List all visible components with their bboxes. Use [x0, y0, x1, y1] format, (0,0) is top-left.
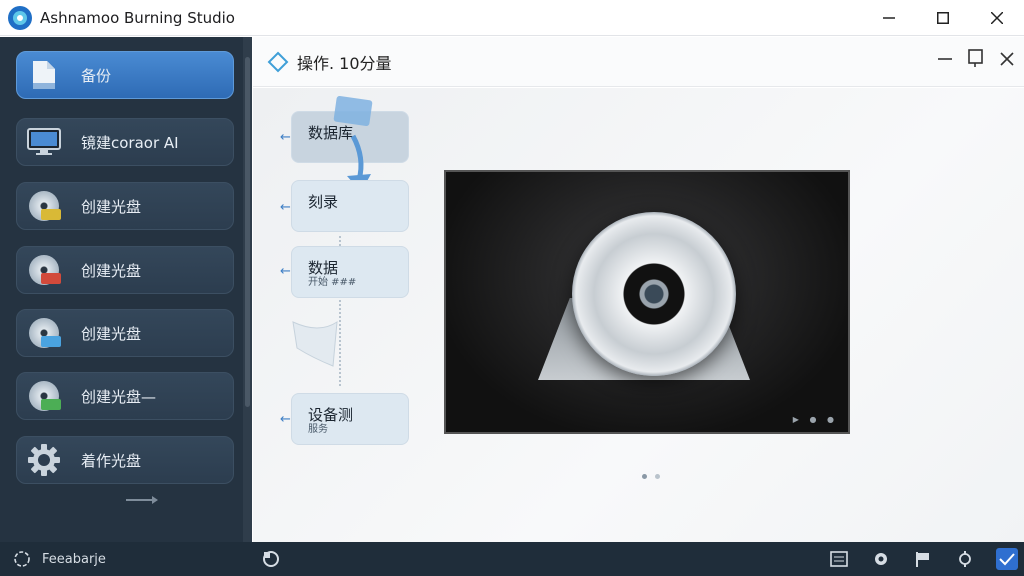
sidebar-item-create-disc-2[interactable]: 创建光盘: [16, 246, 234, 294]
step-device-test[interactable]: 设备测 服务: [291, 393, 409, 445]
step-label: 数据: [308, 259, 339, 277]
check-icon: [999, 553, 1015, 566]
panel-controls: [938, 49, 1014, 72]
feedback-label: Feeabarje: [42, 551, 106, 567]
app-logo-icon: [8, 5, 32, 30]
list-icon: [830, 551, 848, 567]
disc-icon: [29, 191, 61, 221]
sidebar-item-label: 创建光盘—: [81, 387, 157, 406]
minimize-icon: [883, 17, 895, 19]
funnel-icon: [292, 321, 338, 367]
sidebar-item-create-disc-1[interactable]: 创建光盘: [16, 182, 234, 230]
sidebar-item-mirror[interactable]: 镜建coraor AI: [16, 118, 234, 166]
step-burn[interactable]: 刻录: [291, 180, 409, 232]
panel-close-button[interactable]: [1000, 50, 1014, 71]
disc-icon: [29, 318, 61, 348]
pager-dot[interactable]: [655, 474, 660, 479]
sidebar-item-create-disc-3[interactable]: 创建光盘: [16, 309, 234, 357]
settings-button[interactable]: [870, 548, 892, 570]
sidebar-item-label: 镜建coraor AI: [81, 133, 179, 152]
sync-button[interactable]: [954, 548, 976, 570]
sidebar-scrollbar-thumb[interactable]: [245, 57, 250, 407]
sidebar-item-create-disc-4[interactable]: 创建光盘—: [16, 372, 234, 420]
document-icon: [19, 53, 69, 97]
close-button[interactable]: [970, 0, 1024, 36]
log-button[interactable]: [828, 548, 850, 570]
preview-panel: ▶ ● ●: [444, 170, 850, 434]
flag-icon: [916, 552, 929, 567]
flag-button[interactable]: [912, 548, 934, 570]
sync-icon: [959, 551, 971, 567]
gear-icon: [875, 553, 887, 565]
disc-icon: [29, 255, 61, 285]
window-controls: [862, 0, 1024, 36]
arrow-right-icon: [126, 496, 158, 504]
minimize-icon: [938, 58, 952, 60]
step-label: 刻录: [308, 193, 339, 211]
monitor-icon: [19, 120, 69, 164]
panel-header: 操作. 10分量: [253, 37, 1024, 87]
step-label: 设备测: [308, 406, 354, 424]
pager: [642, 474, 660, 479]
pager-dot[interactable]: [642, 474, 647, 479]
step-data[interactable]: 数据 开始 ###: [291, 246, 409, 298]
feedback-button[interactable]: Feeabarje: [12, 549, 106, 569]
close-icon: [1000, 52, 1014, 66]
gear-icon: [19, 438, 69, 482]
app-title: Ashnamoo Burning Studio: [40, 8, 235, 27]
status-bar: Feeabarje: [0, 542, 1024, 576]
feedback-icon: [14, 551, 30, 567]
maximize-icon: [937, 12, 949, 24]
sidebar-item-label: 备份: [81, 66, 112, 85]
restore-icon: [968, 49, 983, 67]
diamond-icon: [267, 51, 289, 72]
minimize-button[interactable]: [862, 0, 916, 36]
close-icon: [991, 12, 1003, 24]
disc-icon: [29, 381, 61, 411]
title-bar: Ashnamoo Burning Studio: [0, 0, 1024, 36]
sidebar-item-label: 创建光盘: [81, 197, 142, 216]
refresh-icon: [263, 551, 279, 567]
step-sublabel: 开始 ###: [308, 277, 357, 288]
sidebar-item-label: 着作光盘: [81, 451, 142, 470]
disc-icon: [572, 212, 736, 376]
panel-title: 操作. 10分量: [297, 53, 392, 73]
panel-minimize-button[interactable]: [938, 50, 952, 71]
sidebar: 备份 镜建coraor AI 创建光盘 创建光盘 创建光盘 创建光盘— 着作光盘: [0, 37, 252, 542]
preview-controls[interactable]: ▶ ● ●: [793, 415, 838, 424]
step-sublabel: 服务: [308, 424, 328, 435]
panel-restore-button[interactable]: [968, 49, 984, 72]
content-area: ← 数据库 ← 刻录 ← 数据 开始 ### ← 设备测 服务 ▶ ● ●: [253, 88, 1024, 542]
sidebar-item-settings[interactable]: 着作光盘: [16, 436, 234, 484]
maximize-button[interactable]: [916, 0, 970, 36]
sidebar-item-label: 创建光盘: [81, 324, 142, 343]
status-icons: [828, 542, 1018, 576]
refresh-button[interactable]: [260, 548, 282, 570]
sidebar-item-backup[interactable]: 备份: [16, 51, 234, 99]
confirm-button[interactable]: [996, 548, 1018, 570]
sidebar-item-label: 创建光盘: [81, 261, 142, 280]
